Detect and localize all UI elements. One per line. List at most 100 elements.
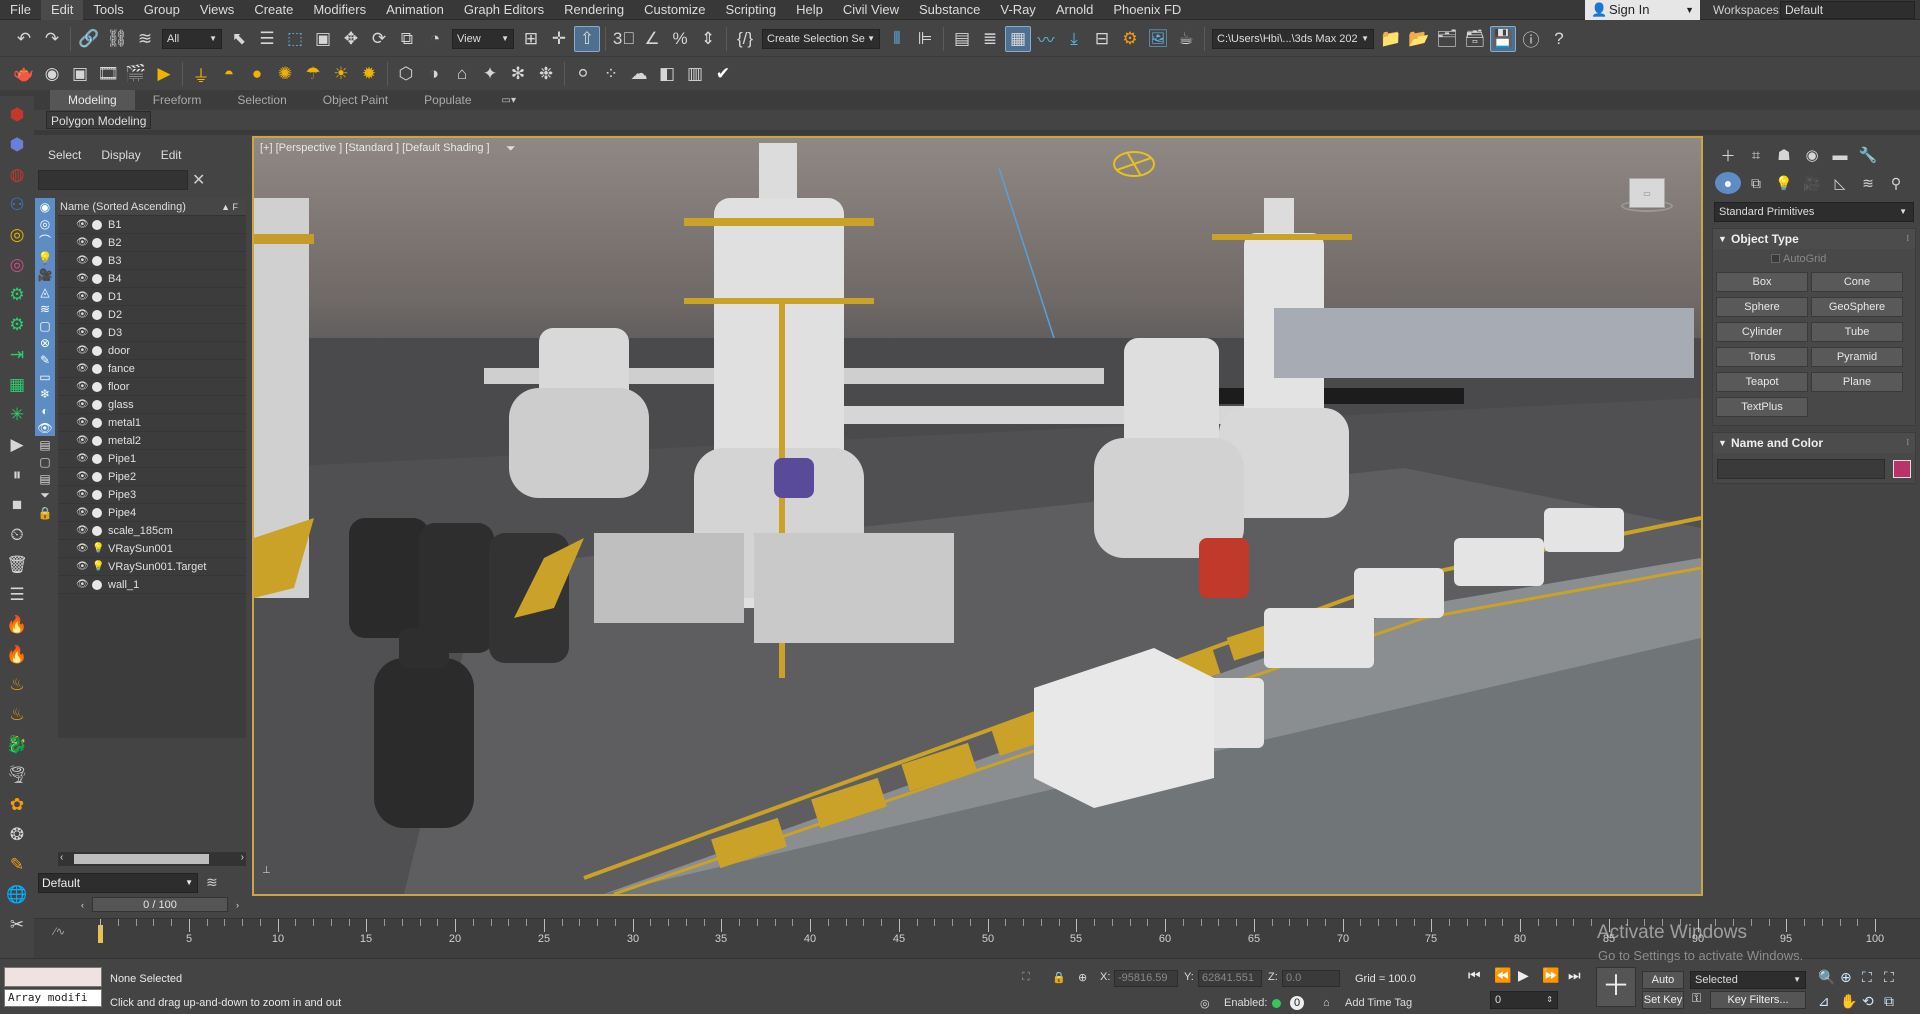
chevron-left-icon[interactable]: ‹	[60, 852, 63, 863]
display-cameras-icon[interactable]: 🎥	[35, 266, 55, 283]
select-object-icon[interactable]: ⬉	[226, 26, 252, 52]
link-icon[interactable]: 🔗	[76, 26, 102, 52]
visibility-eye-icon[interactable]: 👁	[76, 486, 90, 504]
vray-fur-icon[interactable]: ◑	[421, 61, 447, 87]
systems-category-icon[interactable]: ⚲	[1883, 172, 1909, 194]
x-coordinate-field[interactable]: -95816.59	[1114, 970, 1178, 987]
render-icon[interactable]: ◉	[39, 61, 65, 87]
viewcube[interactable]: ▭	[1621, 178, 1673, 216]
create-helpers-icon[interactable]: ◎	[4, 222, 30, 248]
explorer-search-input[interactable]	[38, 170, 188, 190]
motion-icon[interactable]: ⚙	[4, 312, 30, 338]
sphere-icon[interactable]: ⚪	[570, 61, 596, 87]
key-icon[interactable]: ⚿	[1692, 991, 1701, 1006]
helpers-category-icon[interactable]: ◺	[1827, 172, 1853, 194]
next-frame-icon[interactable]: ⏩	[1542, 967, 1559, 984]
material-editor-icon[interactable]: ⊟	[1089, 26, 1115, 52]
visibility-eye-icon[interactable]: 👁	[76, 216, 90, 234]
zoom-extents-icon[interactable]: ⛶	[1862, 969, 1872, 986]
select-manipulate-icon[interactable]: ✛	[546, 26, 572, 52]
display-containers-icon[interactable]: ▭	[35, 368, 55, 385]
placement-icon[interactable]: ◔	[422, 26, 448, 52]
scale-icon[interactable]: ⧉	[394, 26, 420, 52]
curve-editor-icon[interactable]: 〰	[1033, 26, 1059, 52]
viewport-layout-icon[interactable]: 💾	[1490, 25, 1516, 52]
vray-proxy-icon[interactable]: ⬡	[393, 61, 419, 87]
object-color-swatch[interactable]	[1893, 460, 1911, 478]
tornado-icon[interactable]: 🌪	[4, 762, 30, 788]
toggle-scene-explorer-icon[interactable]: ▤	[949, 26, 975, 52]
spinner-snap-icon[interactable]: ⇕	[695, 26, 721, 52]
modify-tab-icon[interactable]: ⌗	[1743, 143, 1769, 167]
list-item[interactable]: 👁 Pipe4	[58, 504, 246, 522]
add-time-tag-button[interactable]: Add Time Tag	[1345, 997, 1412, 1009]
visibility-eye-icon[interactable]: 👁	[76, 504, 90, 522]
select-dependents-icon[interactable]: ▤	[35, 470, 55, 487]
visibility-eye-icon[interactable]: 👁	[76, 576, 90, 594]
time-tag-icon[interactable]: ⌂	[1323, 997, 1330, 1009]
vray-sun-icon[interactable]: ☀	[328, 61, 354, 87]
list-icon[interactable]: ☰	[4, 582, 30, 608]
spacewarps-category-icon[interactable]: ≋	[1855, 172, 1881, 194]
teapot-button[interactable]: Teapot	[1716, 372, 1808, 392]
scrollbar-thumb[interactable]	[74, 854, 209, 864]
zoom-extents-all-icon[interactable]: ⛶	[1884, 969, 1894, 986]
lock-icon[interactable]: 🔒	[35, 504, 55, 521]
visibility-eye-icon[interactable]: 👁	[76, 558, 90, 576]
lights-category-icon[interactable]: 💡	[1771, 172, 1797, 194]
geosphere-button[interactable]: GeoSphere	[1811, 297, 1903, 317]
named-selection-set-select[interactable]: Create Selection Se ▼	[762, 28, 880, 49]
menu-customize[interactable]: Customize	[634, 0, 715, 20]
delete-icon[interactable]: 🗑	[4, 552, 30, 578]
mirror-icon[interactable]: ⫴	[884, 26, 910, 52]
menu-views[interactable]: Views	[190, 0, 244, 20]
menu-help[interactable]: Help	[786, 0, 833, 20]
explorer-horizontal-scrollbar[interactable]: ‹ ›	[58, 852, 246, 866]
ribbon-tab-modeling[interactable]: Modeling	[50, 90, 135, 110]
menu-arnold[interactable]: Arnold	[1046, 0, 1104, 20]
visibility-eye-icon[interactable]: 👁	[76, 414, 90, 432]
align-icon[interactable]: ⊫	[912, 26, 938, 52]
zoom-all-icon[interactable]: ⊕	[1840, 969, 1852, 986]
info-icon[interactable]: ⓘ	[1518, 26, 1544, 52]
ribbon-tab-freeform[interactable]: Freeform	[135, 90, 220, 110]
create-spacewarps-icon[interactable]: ◎	[4, 252, 30, 278]
visibility-eye-icon[interactable]: 👁	[76, 342, 90, 360]
time-slider[interactable]: ‹ 0 / 100 ›	[34, 897, 1703, 913]
list-item[interactable]: 👁 B3	[58, 252, 246, 270]
list-item[interactable]: 👁 scale_185cm	[58, 522, 246, 540]
display-children-icon[interactable]: 👁	[35, 419, 55, 436]
list-header[interactable]: Name (Sorted Ascending) ▲ F	[58, 198, 246, 216]
render-production-icon[interactable]: ☕	[1173, 26, 1199, 52]
cameras-category-icon[interactable]: 🎥	[1799, 172, 1825, 194]
maxscript-listener-output[interactable]	[4, 967, 102, 987]
list-item[interactable]: 👁 💡 VRaySun001	[58, 540, 246, 558]
pause-icon[interactable]: ⏸	[4, 462, 30, 488]
set-key-icon[interactable]: ＋	[1596, 967, 1636, 1007]
menu-group[interactable]: Group	[134, 0, 190, 20]
snaps-toggle-icon[interactable]: 3⃣	[611, 26, 637, 52]
list-item[interactable]: 👁 floor	[58, 378, 246, 396]
percent-snap-icon[interactable]: %	[667, 26, 693, 52]
visibility-eye-icon[interactable]: 👁	[76, 540, 90, 558]
z-coordinate-field[interactable]: 0.0	[1282, 970, 1340, 987]
display-icon[interactable]: ⇥	[4, 342, 30, 368]
layers-icon[interactable]: ≋	[206, 874, 218, 891]
rendered-frame-window-icon[interactable]: 🖼	[1145, 26, 1171, 52]
display-helpers-icon[interactable]: ◬	[35, 283, 55, 300]
visibility-eye-icon[interactable]: 👁	[76, 252, 90, 270]
menu-modifiers[interactable]: Modifiers	[303, 0, 376, 20]
vray-decal-icon[interactable]: ✻	[505, 61, 531, 87]
current-frame-field[interactable]: 0 ⇕	[1490, 991, 1558, 1009]
time-slider-thumb[interactable]: ‹ 0 / 100 ›	[81, 897, 239, 912]
window-crossing-icon[interactable]: ▣	[310, 26, 336, 52]
list-item[interactable]: 👁 D1	[58, 288, 246, 306]
vray-scatter-icon[interactable]: ❉	[533, 61, 559, 87]
particle-flow-icon[interactable]: ✳	[4, 402, 30, 428]
zoom-icon[interactable]: 🔍	[1818, 969, 1835, 986]
project-path-field[interactable]: C:\Users\Hbi\...\3ds Max 202 ▼	[1212, 28, 1374, 49]
vray-sphere-light-icon[interactable]: ●	[244, 61, 270, 87]
vray-sun-gizmo-icon[interactable]	[1109, 146, 1159, 182]
polygon-modeling-panel[interactable]: Polygon Modeling	[46, 111, 152, 129]
maximize-viewport-icon[interactable]: ⧉	[1884, 993, 1894, 1010]
